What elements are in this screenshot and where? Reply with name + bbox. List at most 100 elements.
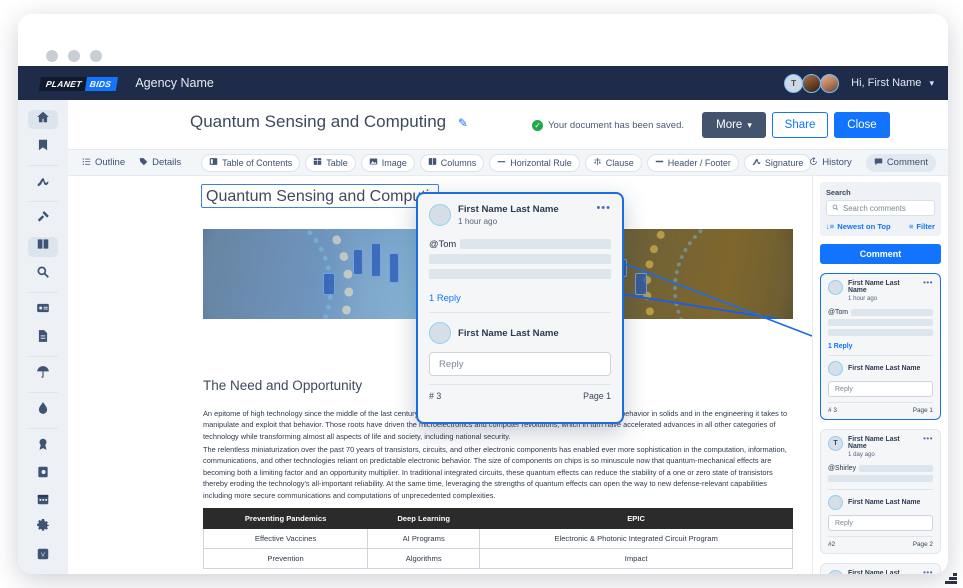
avatar[interactable]: T <box>828 436 843 451</box>
ellipsis-icon[interactable]: ••• <box>923 569 933 575</box>
ellipsis-icon[interactable]: ••• <box>923 279 933 287</box>
window-resize-handle[interactable] <box>945 572 957 584</box>
reply-author-name: First Name Last Name <box>848 365 921 372</box>
comment-card-header: First Name Last Name ••• <box>828 569 933 575</box>
toolbar-right-group: History Comment <box>801 153 936 172</box>
redacted-text-bar <box>859 465 933 472</box>
planetbids-logo[interactable]: PLANET BIDS <box>38 76 119 91</box>
search-icon <box>832 204 839 213</box>
reply-count-link[interactable]: 1 Reply <box>429 292 611 303</box>
window-dot-maximize[interactable] <box>90 50 102 62</box>
sidebar-item-vendor-portal[interactable]: V <box>28 547 58 566</box>
toolbar-table[interactable]: Table <box>305 153 356 172</box>
toolbar-table-of-contents[interactable]: Table of Contents <box>201 153 301 172</box>
toolbar-columns[interactable]: Columns <box>419 153 485 172</box>
window-dot-minimize[interactable] <box>68 50 80 62</box>
user-zone: T Hi, First Name ▾ <box>784 66 934 100</box>
gavel-icon <box>36 210 50 229</box>
window-titlebar <box>18 14 948 66</box>
sidebar-item-bid[interactable] <box>28 210 58 229</box>
add-comment-button[interactable]: Comment <box>820 244 941 264</box>
close-button[interactable]: Close <box>834 112 890 138</box>
reply-input[interactable]: Reply <box>429 352 611 376</box>
comment-page: Page 2 <box>912 541 933 548</box>
reply-input[interactable]: Reply <box>828 515 933 531</box>
gear-icon <box>36 519 50 538</box>
toolbar-outline[interactable]: Outline <box>82 157 125 169</box>
sidebar-item-insurance[interactable] <box>28 365 58 384</box>
toolbar-history[interactable]: History <box>801 154 860 172</box>
sidebar-item-archive[interactable] <box>28 464 58 483</box>
logo-planet-text: PLANET <box>38 76 87 90</box>
toolbar-horizontal-rule[interactable]: Horizontal Rule <box>489 153 580 172</box>
comment-timestamp: 1 day ago <box>848 451 875 458</box>
document-title-input[interactable]: Quantum Sensing and Computing <box>201 184 439 208</box>
share-button[interactable]: Share <box>772 112 828 138</box>
pencil-icon[interactable]: ✎ <box>458 116 468 130</box>
rail-divider <box>28 428 58 429</box>
sidebar-item-compliance[interactable] <box>28 401 58 420</box>
avatar-photo-2[interactable] <box>820 73 840 93</box>
section-heading: The Need and Opportunity <box>203 378 363 393</box>
ellipsis-icon[interactable]: ••• <box>923 435 933 443</box>
window-dot-close[interactable] <box>46 50 58 62</box>
report-icon <box>36 329 50 348</box>
comment-popup[interactable]: First Name Last Name 1 hour ago ••• @Tom… <box>416 192 624 424</box>
reply-author-row: First Name Last Name <box>828 495 933 510</box>
table-header-cell: Deep Learning <box>367 508 481 529</box>
toolbar-table-label: Table <box>326 157 348 168</box>
sidebar-item-signature[interactable] <box>28 174 58 193</box>
sidebar-item-awards[interactable] <box>28 437 58 456</box>
avatar[interactable] <box>828 495 843 510</box>
toolbar-details[interactable]: Details <box>139 157 181 169</box>
comment-card[interactable]: T First Name Last Name 1 day ago ••• @Sh… <box>820 429 941 554</box>
rail-divider <box>28 391 58 393</box>
comment-card[interactable]: First Name Last Name 1 hour ago ••• @Tom… <box>820 273 941 420</box>
more-button[interactable]: More ▾ <box>702 112 766 138</box>
reply-input[interactable]: Reply <box>828 381 933 397</box>
toolbar-comment[interactable]: Comment <box>865 153 936 172</box>
filter-control[interactable]: ≡ Filter <box>909 222 935 231</box>
id-card-icon <box>36 301 50 320</box>
avatar-photo-1[interactable] <box>802 73 822 93</box>
table-cell: AI Programs <box>367 528 481 549</box>
avatar-initial[interactable]: T <box>784 73 804 93</box>
saved-status: ✓ Your document has been saved. <box>532 120 684 131</box>
ellipsis-icon[interactable]: ••• <box>596 203 611 214</box>
reply-count-link[interactable]: 1 Reply <box>828 343 933 350</box>
banner-chip-3 <box>389 253 399 283</box>
signature-icon <box>752 157 761 168</box>
avatar[interactable] <box>429 204 451 226</box>
sidebar-item-documents[interactable] <box>28 237 58 257</box>
table-cell: Prevention <box>202 548 369 569</box>
avatar[interactable] <box>828 280 843 295</box>
comment-mention: @Tom <box>429 238 457 249</box>
more-button-label: More <box>716 119 743 131</box>
sort-control[interactable]: ↓≡ Newest on Top <box>826 222 891 231</box>
toolbar-header-footer[interactable]: Header / Footer <box>646 153 739 172</box>
banner-chip-2 <box>371 243 381 277</box>
comment-card[interactable]: First Name Last Name ••• <box>820 563 941 574</box>
toolbar-clause[interactable]: Clause <box>584 153 642 172</box>
search-input[interactable]: Search comments <box>826 200 935 216</box>
comment-popup-header: First Name Last Name 1 hour ago ••• <box>429 203 611 226</box>
comment-body-line-1: @Tom <box>828 309 933 316</box>
toolbar-columns-label: Columns <box>440 157 477 168</box>
avatar[interactable] <box>828 570 843 574</box>
redacted-text-bar <box>460 238 611 249</box>
sidebar-item-vendors[interactable] <box>28 301 58 320</box>
banner-chip-4 <box>323 273 335 295</box>
redacted-text-bar <box>429 254 611 264</box>
avatar[interactable] <box>828 361 843 376</box>
table-cell: Electronic & Photonic Integrated Circuit… <box>479 528 793 549</box>
sidebar-item-search[interactable] <box>28 265 58 284</box>
comment-icon <box>874 157 883 169</box>
sidebar-item-home[interactable] <box>28 110 58 130</box>
avatar[interactable] <box>429 322 451 344</box>
toolbar-image[interactable]: Image <box>360 153 415 172</box>
sidebar-item-settings[interactable] <box>28 519 58 538</box>
sidebar-item-reports[interactable] <box>28 328 58 347</box>
sidebar-item-bookmarks[interactable] <box>28 137 58 156</box>
user-greeting[interactable]: Hi, First Name ▾ <box>851 77 934 89</box>
sidebar-item-calendar[interactable] <box>28 492 58 511</box>
